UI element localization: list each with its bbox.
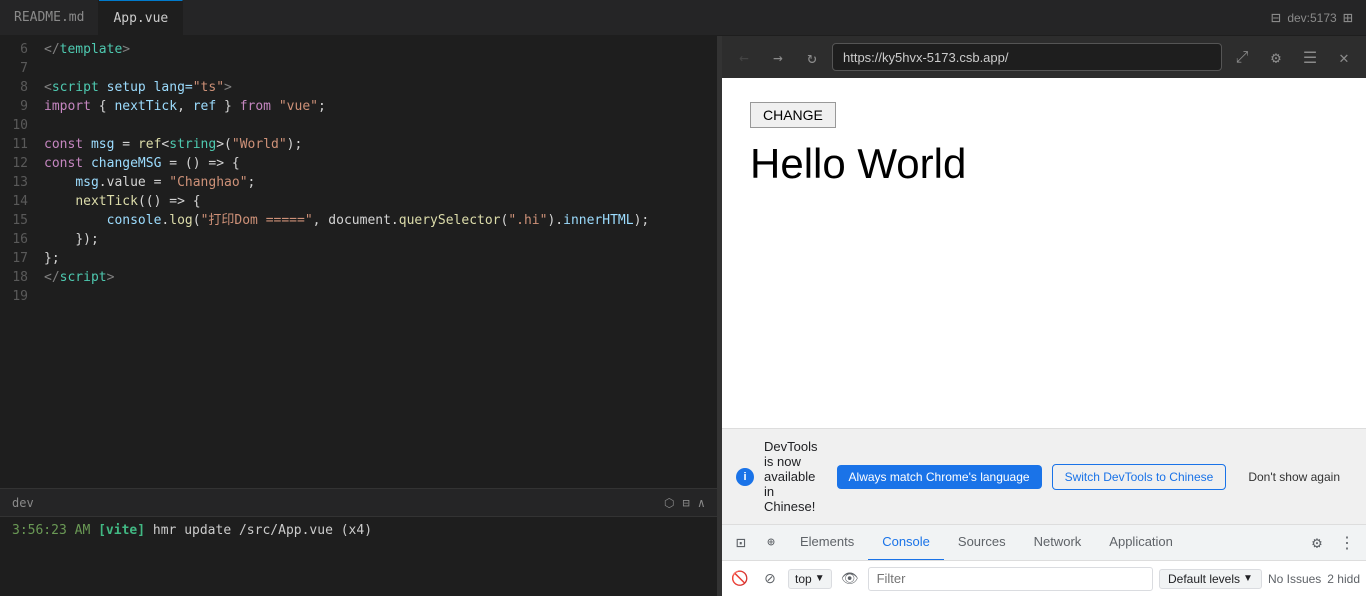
browser-toolbar: ← → ↻ https://ky5hvx-5173.csb.app/ ⤢ ⚙ ☰… [722, 36, 1366, 78]
line-number: 9 [0, 97, 44, 116]
line-content: nextTick(() => { [44, 192, 201, 211]
line-number: 10 [0, 116, 44, 135]
change-button[interactable]: CHANGE [750, 102, 836, 128]
line-number: 17 [0, 249, 44, 268]
tab-elements[interactable]: Elements [786, 525, 868, 561]
devtools-tabs: ⊡ ⊕ Elements Console Sources Network App… [722, 524, 1366, 560]
line-number: 8 [0, 78, 44, 97]
browser-viewport: CHANGE Hello World [722, 78, 1366, 428]
tab-readme-label: README.md [14, 10, 84, 25]
line-content: console.log("打印Dom =====", document.quer… [44, 211, 649, 230]
terminal-split-icon[interactable]: ⊟ [683, 496, 690, 510]
url-text: https://ky5hvx-5173.csb.app/ [843, 50, 1008, 65]
table-row: 15 console.log("打印Dom =====", document.q… [0, 211, 717, 230]
devserver-label: dev:5173 [1294, 0, 1330, 36]
tab-sources[interactable]: Sources [944, 525, 1020, 561]
terminal-panel: dev ⬡ ⊟ ∧ 3:56:23 AM [vite] hmr update /… [0, 488, 717, 596]
address-bar[interactable]: https://ky5hvx-5173.csb.app/ [832, 43, 1222, 71]
line-number: 19 [0, 287, 44, 306]
table-row: 16 }); [0, 230, 717, 249]
table-row: 18</script> [0, 268, 717, 287]
table-row: 6</template> [0, 40, 717, 59]
line-number: 18 [0, 268, 44, 287]
customize-icon[interactable]: ⚙ [1262, 43, 1290, 71]
line-number: 12 [0, 154, 44, 173]
open-browser-icon[interactable]: ⊞ [1330, 0, 1366, 36]
line-number: 15 [0, 211, 44, 230]
devtools-more-icon[interactable]: ⋮ [1332, 525, 1362, 561]
line-content: import { nextTick, ref } from "vue"; [44, 97, 326, 116]
top-dropdown-icon: ▼ [815, 573, 825, 584]
devtools-console-bar: 🚫 ⊘ top ▼ 👁 Default levels ▼ No Issues 2… [722, 560, 1366, 596]
back-button[interactable]: ← [730, 43, 758, 71]
console-top-selector[interactable]: top ▼ [788, 569, 832, 589]
tab-appvue-label: App.vue [113, 11, 168, 26]
console-clear-icon[interactable]: 🚫 [728, 567, 752, 591]
info-icon: i [736, 468, 754, 486]
line-content: const changeMSG = () => { [44, 154, 240, 173]
browser-panel: ← → ↻ https://ky5hvx-5173.csb.app/ ⤢ ⚙ ☰… [722, 36, 1366, 596]
line-number: 13 [0, 173, 44, 192]
terminal-expand-icon[interactable]: ⬡ [664, 496, 674, 510]
filter-input[interactable] [868, 567, 1153, 591]
line-content: <script setup lang="ts"> [44, 78, 232, 97]
terminal-body: 3:56:23 AM [vite] hmr update /src/App.vu… [0, 517, 717, 596]
line-content: msg.value = "Changhao"; [44, 173, 255, 192]
forward-button[interactable]: → [764, 43, 792, 71]
line-number: 7 [0, 59, 44, 78]
terminal-log: 3:56:23 AM [vite] hmr update /src/App.vu… [12, 523, 705, 538]
line-number: 11 [0, 135, 44, 154]
screenshot-icon[interactable]: ⤢ [1228, 43, 1256, 71]
table-row: 14 nextTick(() => { [0, 192, 717, 211]
line-content: const msg = ref<string>("World"); [44, 135, 302, 154]
line-number: 16 [0, 230, 44, 249]
hidden-count-label: 2 hidd [1327, 572, 1360, 586]
editor-panel: 6</template>78<script setup lang="ts">9i… [0, 36, 718, 596]
btn-switch-chinese[interactable]: Switch DevTools to Chinese [1052, 464, 1227, 490]
terminal-header: dev ⬡ ⊟ ∧ [0, 489, 717, 517]
terminal-title: dev [12, 496, 34, 510]
terminal-close-icon[interactable]: ∧ [698, 496, 705, 510]
tab-console[interactable]: Console [868, 525, 944, 561]
table-row: 13 msg.value = "Changhao"; [0, 173, 717, 192]
table-row: 7 [0, 59, 717, 78]
levels-dropdown-icon: ▼ [1243, 573, 1253, 584]
table-row: 19 [0, 287, 717, 306]
table-row: 10 [0, 116, 717, 135]
devtools-settings-icon[interactable]: ⚙ [1302, 525, 1332, 561]
line-number: 14 [0, 192, 44, 211]
console-eye-icon[interactable]: 👁 [838, 567, 862, 591]
tab-application[interactable]: Application [1095, 525, 1187, 561]
tab-appvue[interactable]: App.vue [99, 0, 183, 35]
main-area: 6</template>78<script setup lang="ts">9i… [0, 36, 1366, 596]
table-row: 9import { nextTick, ref } from "vue"; [0, 97, 717, 116]
devtools-elements-icon[interactable]: ⊡ [726, 525, 756, 561]
table-row: 17}; [0, 249, 717, 268]
devtools-notification: i DevTools is now available in Chinese! … [722, 428, 1366, 524]
devtools-cursor-icon[interactable]: ⊕ [756, 525, 786, 561]
line-content: </template> [44, 40, 130, 59]
line-content: </script> [44, 268, 114, 287]
table-row: 12const changeMSG = () => { [0, 154, 717, 173]
line-content: }); [44, 230, 99, 249]
tab-readme[interactable]: README.md [0, 0, 99, 35]
table-row: 8<script setup lang="ts"> [0, 78, 717, 97]
line-content: }; [44, 249, 60, 268]
page-content: CHANGE Hello World [722, 78, 1366, 212]
default-levels-selector[interactable]: Default levels ▼ [1159, 569, 1262, 589]
browser-settings-icon[interactable]: ☰ [1296, 43, 1324, 71]
editor-tab-bar: README.md App.vue ⊟ dev:5173 ⊞ [0, 0, 1366, 36]
no-issues-label: No Issues [1268, 572, 1321, 586]
btn-always-match[interactable]: Always match Chrome's language [837, 465, 1042, 489]
line-number: 6 [0, 40, 44, 59]
refresh-button[interactable]: ↻ [798, 43, 826, 71]
tab-network[interactable]: Network [1020, 525, 1096, 561]
devtools-message: DevTools is now available in Chinese! [764, 439, 827, 514]
console-block-icon[interactable]: ⊘ [758, 567, 782, 591]
browser-close-icon[interactable]: ✕ [1330, 43, 1358, 71]
hello-world-text: Hello World [750, 140, 1338, 188]
table-row: 11const msg = ref<string>("World"); [0, 135, 717, 154]
code-editor[interactable]: 6</template>78<script setup lang="ts">9i… [0, 36, 717, 488]
btn-dont-show[interactable]: Don't show again [1236, 465, 1352, 489]
